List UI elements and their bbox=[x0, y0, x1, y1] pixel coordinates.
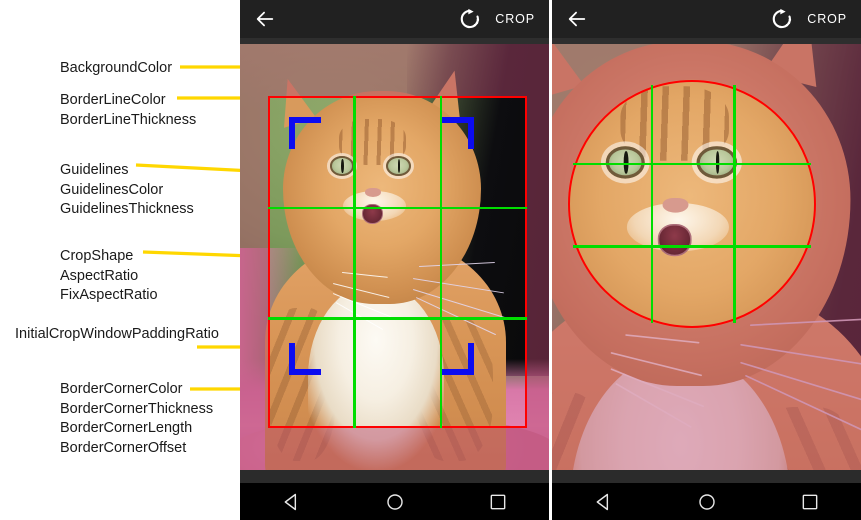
label-line: InitialCropWindowPaddingRatio bbox=[15, 326, 219, 342]
arrow-left-icon[interactable] bbox=[254, 8, 276, 30]
label-line: BorderCornerLength bbox=[60, 420, 193, 437]
crop-dim-top bbox=[240, 44, 549, 96]
arrow-left-icon[interactable] bbox=[566, 8, 588, 30]
guideline-vertical-2 bbox=[439, 96, 442, 428]
label-background-color: BackgroundColor bbox=[60, 59, 172, 79]
guideline-horizontal-1 bbox=[268, 206, 527, 209]
rotate-right-icon[interactable] bbox=[771, 8, 793, 30]
guideline-vertical-1 bbox=[650, 85, 653, 323]
stage-bottom-strip bbox=[240, 470, 549, 483]
label-line: BorderLineThickness bbox=[60, 111, 197, 128]
crop-dim-left bbox=[240, 96, 268, 428]
crop-window-border[interactable] bbox=[268, 96, 527, 428]
crop-button-label[interactable]: CROP bbox=[495, 12, 537, 26]
rotate-right-icon[interactable] bbox=[459, 8, 481, 30]
label-line: BackgroundColor bbox=[60, 60, 173, 76]
crop-dim-right bbox=[527, 96, 549, 428]
stage-bottom-strip bbox=[552, 470, 861, 483]
android-navbar-right bbox=[552, 483, 861, 520]
guideline-horizontal-2 bbox=[268, 317, 527, 320]
label-line: FixAspectRatio bbox=[60, 287, 158, 304]
image-crop-stage-right[interactable] bbox=[552, 44, 861, 470]
triangle-back-icon[interactable] bbox=[594, 492, 614, 512]
diagram-root: BackgroundColor BorderLineColor BorderLi… bbox=[0, 0, 861, 520]
app-toolbar-left: CROP bbox=[240, 0, 549, 38]
label-line: GuidelinesThickness bbox=[60, 201, 194, 218]
square-recents-icon[interactable] bbox=[488, 492, 508, 512]
circle-home-icon[interactable] bbox=[697, 492, 717, 512]
crop-dim-bottom bbox=[240, 428, 549, 470]
guideline-vertical-1 bbox=[353, 96, 356, 428]
phone-screenshot-oval-crop: CROP bbox=[552, 0, 861, 520]
label-initial-padding: InitialCropWindowPaddingRatio bbox=[15, 325, 219, 345]
circle-home-icon[interactable] bbox=[385, 492, 405, 512]
image-crop-stage-left[interactable] bbox=[240, 44, 549, 470]
phone-screenshot-rectangular-crop: CROP bbox=[240, 0, 549, 520]
android-navbar-left bbox=[240, 483, 549, 520]
label-line: BorderCornerThickness bbox=[60, 400, 214, 417]
label-line: BorderLineColor bbox=[60, 92, 166, 108]
app-toolbar-right: CROP bbox=[552, 0, 861, 38]
label-border-line: BorderLineColor BorderLineThickness bbox=[60, 91, 196, 130]
triangle-back-icon[interactable] bbox=[282, 492, 302, 512]
guideline-horizontal-2 bbox=[573, 245, 811, 248]
label-line: BorderCornerOffset bbox=[60, 439, 187, 456]
guideline-vertical-2 bbox=[733, 85, 736, 323]
guideline-horizontal-1 bbox=[573, 162, 811, 165]
square-recents-icon[interactable] bbox=[800, 492, 820, 512]
crop-window-border-oval[interactable] bbox=[568, 80, 816, 328]
crop-button-label[interactable]: CROP bbox=[807, 12, 849, 26]
